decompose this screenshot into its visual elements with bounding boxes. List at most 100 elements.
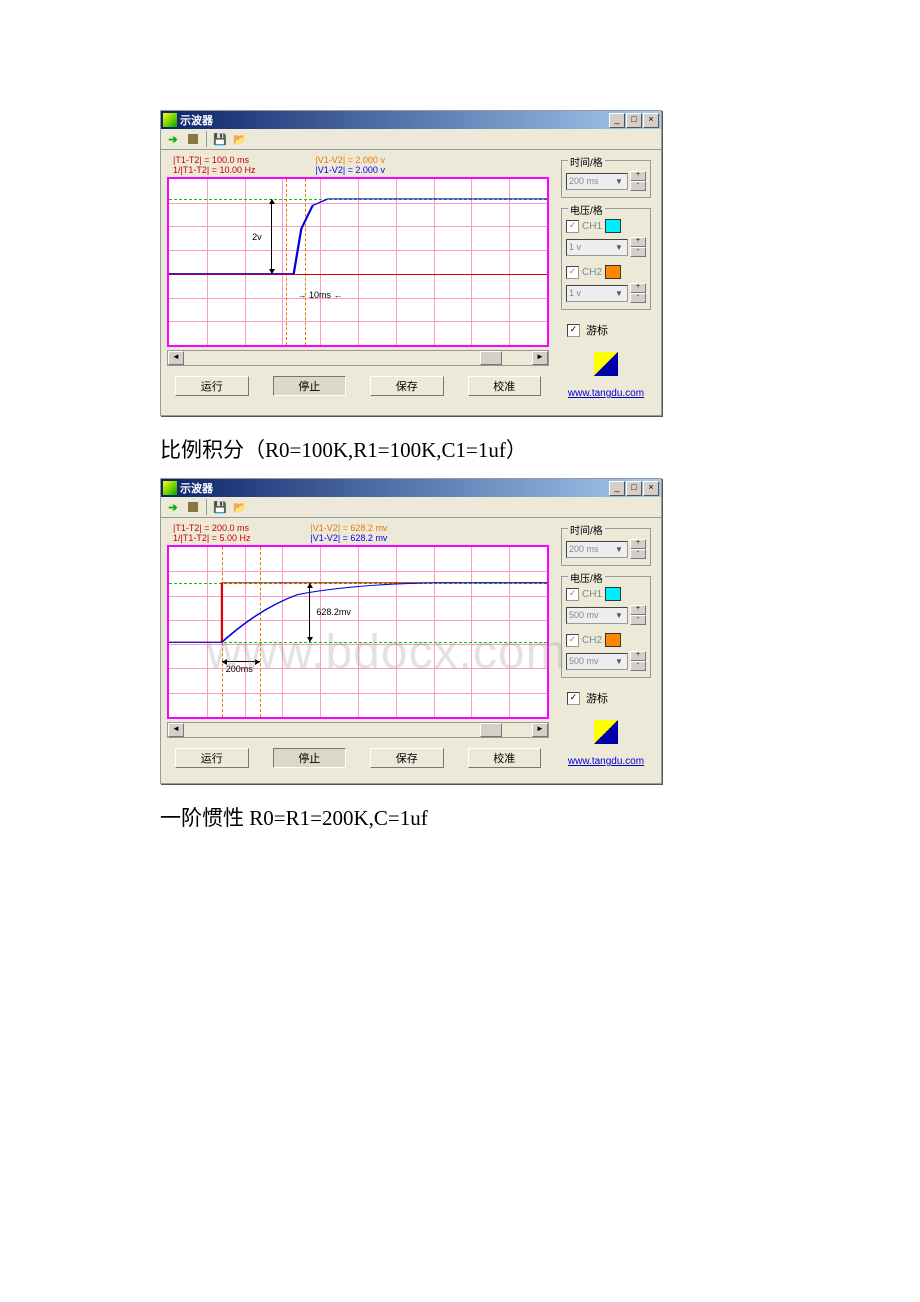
readout-t2: 1/|T1-T2| = 5.00 Hz — [173, 533, 250, 543]
separator — [206, 499, 207, 515]
separator — [206, 131, 207, 147]
ch1-color-swatch[interactable] — [605, 219, 621, 233]
horizontal-scrollbar[interactable]: ◄ ► — [167, 350, 549, 366]
save-button[interactable]: 保存 — [370, 376, 444, 396]
ch1-checkbox[interactable]: ✓ — [566, 220, 579, 233]
time-div-select[interactable]: 200 ms▼ — [566, 173, 628, 190]
oscilloscope-window-1: 示波器 _ □ × ➔ 💾 📂 |T1-T2| = 100.0 ms 1/|T1… — [160, 110, 662, 416]
open-icon[interactable]: 📂 — [231, 498, 249, 516]
time-div-label: 时间/格 — [568, 522, 605, 537]
title-bar[interactable]: 示波器 _ □ × — [161, 479, 661, 497]
scroll-thumb[interactable] — [480, 723, 502, 737]
volt-div-label: 电压/格 — [568, 202, 605, 217]
ch2-checkbox[interactable]: ✓ — [566, 634, 579, 647]
time-down-button[interactable]: - — [630, 549, 646, 559]
caption-2: 一阶惯性 R0=R1=200K,C=1uf — [160, 802, 760, 832]
trace-ch2 — [169, 179, 547, 345]
readout-t1: |T1-T2| = 100.0 ms — [173, 155, 255, 165]
ch2-label: CH2 — [582, 635, 602, 646]
ch2-up-button[interactable]: + — [630, 651, 646, 661]
time-div-group: 时间/格 200 ms▼ +- — [561, 160, 651, 198]
ch2-color-swatch[interactable] — [605, 265, 621, 279]
run-icon[interactable]: ➔ — [164, 498, 182, 516]
minimize-button[interactable]: _ — [609, 481, 625, 496]
plot-area[interactable]: www.bdocx.com 628.2mv 200ms — [167, 545, 549, 719]
ch2-checkbox[interactable]: ✓ — [566, 266, 579, 279]
run-button[interactable]: 运行 — [175, 376, 249, 396]
calibrate-button[interactable]: 校准 — [468, 376, 542, 396]
time-div-label: 时间/格 — [568, 154, 605, 169]
time-up-button[interactable]: + — [630, 171, 646, 181]
volt-div-group: 电压/格 ✓CH1 500 mv▼ +- ✓CH2 500 mv▼ +- — [561, 576, 651, 678]
maximize-button[interactable]: □ — [626, 481, 642, 496]
voltage-cursor-span — [271, 199, 272, 274]
readout-t2: 1/|T1-T2| = 10.00 Hz — [173, 165, 255, 175]
ch2-up-button[interactable]: + — [630, 283, 646, 293]
title-bar[interactable]: 示波器 _ □ × — [161, 111, 661, 129]
ch2-label: CH2 — [582, 267, 602, 278]
toolbar: ➔ 💾 📂 — [161, 129, 661, 150]
calibrate-button[interactable]: 校准 — [468, 748, 542, 768]
app-icon — [163, 113, 177, 127]
volt-div-group: 电压/格 ✓CH1 1 v▼ +- ✓CH2 1 v▼ +- — [561, 208, 651, 310]
ch1-down-button[interactable]: - — [630, 615, 646, 625]
oscilloscope-window-2: 示波器 _ □ × ➔ 💾 📂 |T1-T2| = 200.0 ms 1/|T1… — [160, 478, 662, 784]
ch1-color-swatch[interactable] — [605, 587, 621, 601]
save-button[interactable]: 保存 — [370, 748, 444, 768]
cursor-checkbox[interactable]: ✓ — [567, 324, 580, 337]
scroll-thumb[interactable] — [480, 351, 502, 365]
voltage-annotation: 628.2mv — [316, 607, 351, 617]
stop-icon[interactable] — [184, 498, 202, 516]
scroll-right-icon[interactable]: ► — [532, 723, 548, 737]
vendor-link[interactable]: www.tangdu.com — [561, 756, 651, 767]
ch1-up-button[interactable]: + — [630, 237, 646, 247]
volt-div-label: 电压/格 — [568, 570, 605, 585]
ch1-volt-select[interactable]: 1 v▼ — [566, 239, 628, 256]
side-panel: 时间/格 200 ms▼ +- 电压/格 ✓CH1 500 mv▼ +- ✓CH… — [557, 522, 655, 773]
stop-button[interactable]: 停止 — [273, 376, 347, 396]
logo-icon — [594, 352, 618, 376]
run-icon[interactable]: ➔ — [164, 130, 182, 148]
stop-button[interactable]: 停止 — [273, 748, 347, 768]
time-annotation: 200ms — [226, 664, 253, 674]
readout-t1: |T1-T2| = 200.0 ms — [173, 523, 250, 533]
close-button[interactable]: × — [643, 481, 659, 496]
minimize-button[interactable]: _ — [609, 113, 625, 128]
scroll-left-icon[interactable]: ◄ — [168, 723, 184, 737]
time-div-group: 时间/格 200 ms▼ +- — [561, 528, 651, 566]
open-icon[interactable]: 📂 — [231, 130, 249, 148]
ch1-volt-select[interactable]: 500 mv▼ — [566, 607, 628, 624]
ch2-down-button[interactable]: - — [630, 661, 646, 671]
ch2-down-button[interactable]: - — [630, 293, 646, 303]
ch1-down-button[interactable]: - — [630, 247, 646, 257]
time-div-select[interactable]: 200 ms▼ — [566, 541, 628, 558]
app-icon — [163, 481, 177, 495]
stop-icon[interactable] — [184, 130, 202, 148]
run-button[interactable]: 运行 — [175, 748, 249, 768]
vendor-link[interactable]: www.tangdu.com — [561, 388, 651, 399]
window-title: 示波器 — [180, 480, 609, 496]
ch2-volt-select[interactable]: 1 v▼ — [566, 285, 628, 302]
ch2-volt-select[interactable]: 500 mv▼ — [566, 653, 628, 670]
save-icon[interactable]: 💾 — [211, 498, 229, 516]
window-title: 示波器 — [180, 112, 609, 128]
scroll-right-icon[interactable]: ► — [532, 351, 548, 365]
voltage-annotation: 2v — [252, 232, 262, 242]
scroll-left-icon[interactable]: ◄ — [168, 351, 184, 365]
maximize-button[interactable]: □ — [626, 113, 642, 128]
ch1-label: CH1 — [582, 221, 602, 232]
time-down-button[interactable]: - — [630, 181, 646, 191]
plot-area[interactable]: 2v → 10ms ← — [167, 177, 549, 347]
ch1-checkbox[interactable]: ✓ — [566, 588, 579, 601]
horizontal-scrollbar[interactable]: ◄ ► — [167, 722, 549, 738]
ch1-up-button[interactable]: + — [630, 605, 646, 615]
cursor-label: 游标 — [586, 690, 608, 706]
close-button[interactable]: × — [643, 113, 659, 128]
save-icon[interactable]: 💾 — [211, 130, 229, 148]
ch2-color-swatch[interactable] — [605, 633, 621, 647]
ch1-label: CH1 — [582, 589, 602, 600]
readout-v1: |V1-V2| = 2.000 v — [315, 155, 384, 165]
time-up-button[interactable]: + — [630, 539, 646, 549]
time-annotation: → 10ms ← — [298, 290, 343, 300]
cursor-checkbox[interactable]: ✓ — [567, 692, 580, 705]
